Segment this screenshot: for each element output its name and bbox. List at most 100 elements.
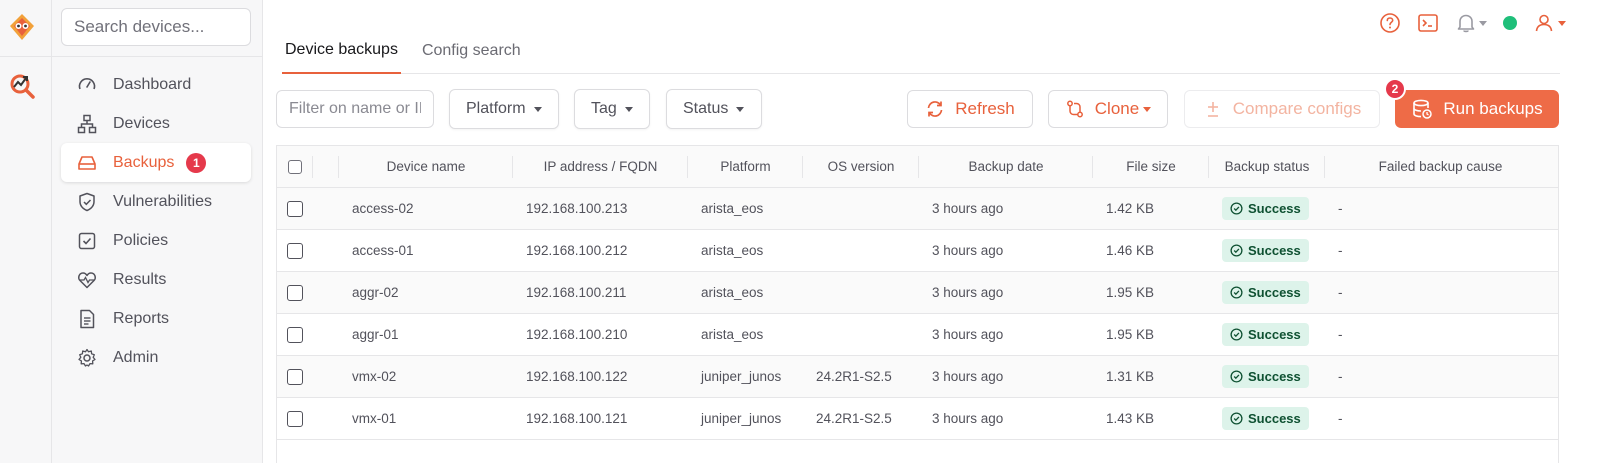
file-size-cell: 1.46 KB bbox=[1106, 243, 1155, 258]
backup-status-cell: Success bbox=[1209, 314, 1325, 356]
column-header-os-version[interactable]: OS version bbox=[803, 146, 919, 188]
column-header-device-name[interactable]: Device name bbox=[339, 146, 513, 188]
chevron-down-icon bbox=[736, 106, 745, 112]
platform-cell: arista_eos bbox=[701, 327, 764, 342]
tab-device-backups[interactable]: Device backups bbox=[282, 28, 401, 74]
ip-cell: 192.168.100.121 bbox=[526, 411, 628, 426]
check-circle-icon bbox=[1230, 328, 1243, 341]
clone-button[interactable]: Clone bbox=[1048, 90, 1168, 128]
table-row[interactable]: aggr-02 192.168.100.211 arista_eos 3 hou… bbox=[277, 272, 1558, 314]
platform-cell: juniper_junos bbox=[701, 369, 782, 384]
git-compare-icon bbox=[1065, 99, 1085, 119]
device-name-cell: aggr-01 bbox=[352, 327, 399, 342]
ip-cell: 192.168.100.213 bbox=[526, 201, 628, 216]
status-badge: Success bbox=[1222, 365, 1309, 388]
chevron-down-icon bbox=[1143, 106, 1152, 112]
platform-filter-dropdown[interactable]: Platform bbox=[449, 89, 559, 129]
status-filter-label: Status bbox=[683, 100, 729, 117]
failed-cause-cell: - bbox=[1338, 327, 1343, 342]
row-checkbox[interactable] bbox=[287, 284, 303, 301]
main-content: Device backups Config search Platform Ta… bbox=[263, 0, 1600, 463]
run-backups-button[interactable]: 2 Run backups bbox=[1384, 78, 1559, 128]
column-header-platform[interactable]: Platform bbox=[688, 146, 803, 188]
sidebar-item-reports[interactable]: Reports bbox=[61, 299, 251, 338]
sidebar-item-label: Vulnerabilities bbox=[113, 192, 213, 210]
netshot-logo-icon[interactable] bbox=[8, 12, 36, 42]
row-checkbox[interactable] bbox=[287, 200, 303, 217]
failed-cause-cell: - bbox=[1338, 411, 1343, 426]
ip-cell: 192.168.100.122 bbox=[526, 369, 628, 384]
refresh-label: Refresh bbox=[955, 99, 1015, 118]
table-row[interactable]: access-01 192.168.100.212 arista_eos 3 h… bbox=[277, 230, 1558, 272]
column-header-backup-status[interactable]: Backup status bbox=[1209, 146, 1325, 188]
row-checkbox[interactable] bbox=[287, 410, 303, 427]
platform-cell: arista_eos bbox=[701, 285, 764, 300]
backups-count-badge: 1 bbox=[186, 152, 207, 173]
tab-config-search[interactable]: Config search bbox=[419, 28, 524, 74]
column-header-file-size[interactable]: File size bbox=[1093, 146, 1209, 188]
tag-filter-dropdown[interactable]: Tag bbox=[574, 89, 650, 129]
network-icon bbox=[75, 112, 99, 136]
sidebar-item-backups[interactable]: Backups 1 bbox=[61, 143, 251, 182]
search-devices-input[interactable] bbox=[61, 8, 251, 46]
table-row[interactable]: access-02 192.168.100.213 arista_eos 3 h… bbox=[277, 188, 1558, 230]
gear-icon bbox=[75, 346, 99, 370]
ip-cell: 192.168.100.210 bbox=[526, 327, 628, 342]
analytics-search-icon[interactable] bbox=[8, 70, 36, 100]
backup-date-cell: 3 hours ago bbox=[932, 369, 1004, 384]
refresh-icon bbox=[925, 99, 945, 119]
column-header-ip[interactable]: IP address / FQDN bbox=[513, 146, 688, 188]
run-backups-badge: 2 bbox=[1384, 78, 1406, 100]
device-name-cell: access-01 bbox=[352, 243, 414, 258]
backups-table: Device name IP address / FQDN Platform O… bbox=[276, 145, 1559, 463]
sidebar-item-label: Backups bbox=[113, 153, 175, 171]
device-name-cell: vmx-01 bbox=[352, 411, 397, 426]
drive-icon bbox=[75, 151, 99, 175]
check-circle-icon bbox=[1230, 286, 1243, 299]
status-filter-dropdown[interactable]: Status bbox=[666, 89, 762, 129]
file-size-cell: 1.42 KB bbox=[1106, 201, 1155, 216]
sidebar-item-dashboard[interactable]: Dashboard bbox=[61, 65, 251, 104]
table-row[interactable]: vmx-01 192.168.100.121 juniper_junos 24.… bbox=[277, 398, 1558, 440]
chevron-down-icon bbox=[1479, 20, 1487, 26]
sidebar-item-label: Results bbox=[113, 270, 167, 288]
backup-status-cell: Success bbox=[1209, 356, 1325, 398]
backup-date-cell: 3 hours ago bbox=[932, 411, 1004, 426]
database-backup-icon bbox=[1411, 98, 1433, 120]
platform-filter-label: Platform bbox=[466, 100, 526, 117]
table-row[interactable]: vmx-02 192.168.100.122 juniper_junos 24.… bbox=[277, 356, 1558, 398]
heart-pulse-icon bbox=[75, 268, 99, 292]
select-all-checkbox[interactable] bbox=[288, 159, 302, 174]
column-header-spacer bbox=[313, 146, 339, 188]
compare-configs-label: Compare configs bbox=[1232, 99, 1362, 118]
device-name-cell: access-02 bbox=[352, 201, 414, 216]
status-badge: Success bbox=[1222, 323, 1309, 346]
check-circle-icon bbox=[1230, 370, 1243, 383]
column-header-failed-cause[interactable]: Failed backup cause bbox=[1325, 146, 1556, 188]
row-checkbox[interactable] bbox=[287, 242, 303, 259]
refresh-button[interactable]: Refresh bbox=[907, 90, 1033, 128]
platform-cell: juniper_junos bbox=[701, 411, 782, 426]
check-circle-icon bbox=[1230, 244, 1243, 257]
sidebar-item-devices[interactable]: Devices bbox=[61, 104, 251, 143]
os-version-cell: 24.2R1-S2.5 bbox=[816, 411, 892, 426]
failed-cause-cell: - bbox=[1338, 285, 1343, 300]
sidebar-item-vulnerabilities[interactable]: Vulnerabilities bbox=[61, 182, 251, 221]
table-row[interactable]: aggr-01 192.168.100.210 arista_eos 3 hou… bbox=[277, 314, 1558, 356]
sidebar-item-policies[interactable]: Policies bbox=[61, 221, 251, 260]
ip-cell: 192.168.100.211 bbox=[526, 285, 627, 300]
row-checkbox[interactable] bbox=[287, 326, 303, 343]
tab-bar: Device backups Config search bbox=[282, 28, 1560, 74]
chevron-down-icon bbox=[624, 106, 633, 112]
failed-cause-cell: - bbox=[1338, 243, 1343, 258]
failed-cause-cell: - bbox=[1338, 369, 1343, 384]
column-header-backup-date[interactable]: Backup date bbox=[919, 146, 1093, 188]
sidebar-item-results[interactable]: Results bbox=[61, 260, 251, 299]
sidebar-nav: Dashboard Devices Backups 1 Vulnerabilit… bbox=[61, 65, 251, 377]
sidebar-item-admin[interactable]: Admin bbox=[61, 338, 251, 377]
row-checkbox[interactable] bbox=[287, 368, 303, 385]
sidebar-item-label: Reports bbox=[113, 309, 170, 327]
filter-name-ip-input[interactable] bbox=[276, 90, 434, 128]
check-circle-icon bbox=[1230, 202, 1243, 215]
compare-configs-button[interactable]: Compare configs bbox=[1184, 90, 1380, 128]
